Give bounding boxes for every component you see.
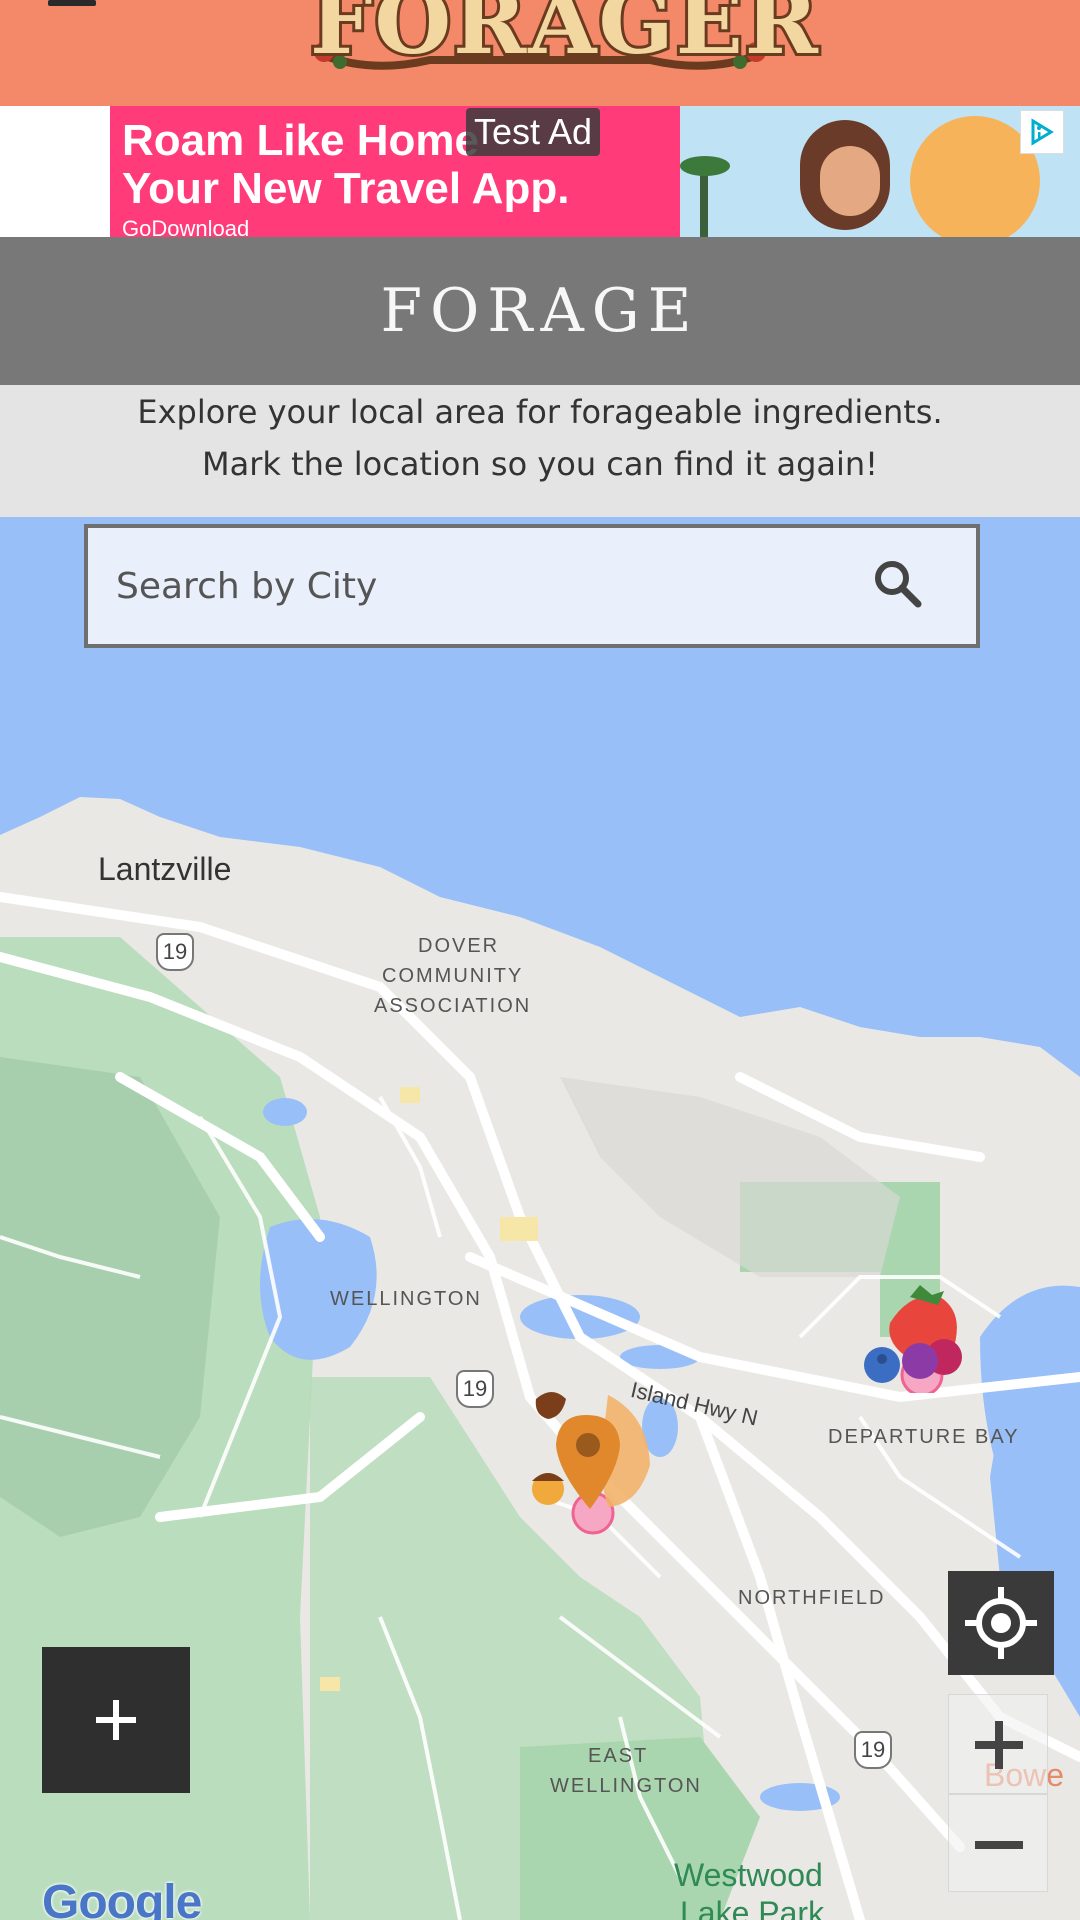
- map-label-lake-park: Lake Park: [680, 1895, 825, 1920]
- map-label-lantzville: Lantzville: [98, 851, 232, 887]
- berries-marker[interactable]: [860, 1283, 980, 1397]
- app-bar: FORAGER: [0, 0, 1080, 106]
- add-location-button[interactable]: [42, 1647, 190, 1793]
- map-label-dover: DOVER: [418, 935, 500, 957]
- acorn-mushroom-marker[interactable]: [528, 1385, 658, 1535]
- description-line-1: Explore your local area for forageable i…: [137, 393, 943, 431]
- test-ad-label: Test Ad: [466, 108, 601, 156]
- google-attribution: Google: [42, 1875, 202, 1920]
- highway-shield: 19: [456, 1370, 494, 1408]
- city-search-box[interactable]: [84, 524, 980, 648]
- map-label-community: COMMUNITY: [382, 965, 524, 987]
- ad-headline-2: Your New Travel App.: [122, 164, 570, 213]
- city-search-input[interactable]: [116, 528, 836, 644]
- app-logo: FORAGER: [307, 0, 821, 77]
- adchoices-icon[interactable]: [1020, 110, 1064, 154]
- page-title: FORAGE: [380, 276, 700, 346]
- highway-shield: 19: [156, 933, 194, 971]
- hamburger-menu-icon[interactable]: [44, 0, 104, 40]
- page-description: Explore your local area for forageable i…: [0, 385, 1080, 517]
- search-icon[interactable]: [868, 554, 928, 614]
- map-label-departure-bay: DEPARTURE BAY: [828, 1426, 1020, 1448]
- map-label-wellington: WELLINGTON: [330, 1288, 482, 1310]
- app-logo-text: FORAGER: [307, 0, 821, 77]
- google-attribution-text: Google: [42, 1876, 202, 1920]
- map-label-east: EAST: [588, 1745, 649, 1767]
- map-label-westwood: Westwood: [674, 1857, 823, 1893]
- ad-banner[interactable]: Roam Like Home Your New Travel App. GoDo…: [0, 106, 1080, 237]
- highway-shield: 19: [854, 1731, 892, 1769]
- description-line-2: Mark the location so you can find it aga…: [201, 445, 878, 483]
- zoom-in-icon[interactable]: [948, 1694, 1048, 1794]
- my-location-icon[interactable]: [948, 1571, 1054, 1675]
- map-label-east-wellington: WELLINGTON: [550, 1775, 702, 1797]
- page-header: FORAGE: [0, 237, 1080, 385]
- ad-cta: GoDownload: [122, 216, 250, 237]
- map-label-association: ASSOCIATION: [374, 995, 532, 1017]
- map-label-northfield: NORTHFIELD: [738, 1587, 886, 1609]
- zoom-out-icon[interactable]: [948, 1794, 1048, 1892]
- ad-headline-1: Roam Like Home: [122, 116, 479, 165]
